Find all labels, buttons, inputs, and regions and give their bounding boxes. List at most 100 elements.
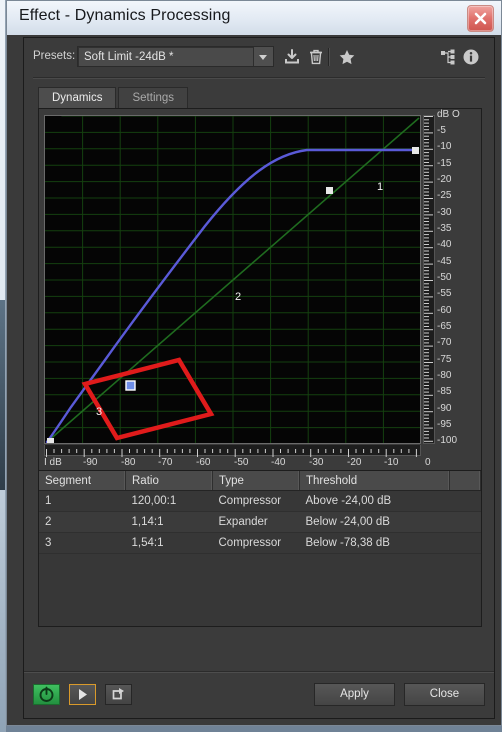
cell-type: Compressor xyxy=(212,490,300,512)
x-tick--30: -30 xyxy=(309,457,324,468)
tab-dynamics[interactable]: Dynamics xyxy=(38,87,117,108)
vertical-ticks xyxy=(424,116,433,442)
y-tick-80: -80 xyxy=(437,370,452,381)
x-tick--90: -90 xyxy=(83,457,98,468)
cell-extra xyxy=(449,511,481,533)
signal-routing-icon xyxy=(441,49,455,65)
y-tick-25: -25 xyxy=(437,190,452,201)
y-tick-50: -50 xyxy=(437,272,452,283)
cell-extra xyxy=(449,532,481,554)
y-tick-15: -15 xyxy=(437,158,452,169)
cell-threshold: Above -24,00 dB xyxy=(299,490,450,512)
x-axis-title: I dB xyxy=(44,457,62,468)
y-tick-65: -65 xyxy=(437,321,452,332)
preview-play-button[interactable] xyxy=(69,684,96,705)
y-tick-5: -5 xyxy=(437,125,446,136)
preset-dropdown[interactable]: Soft Limit -24dB * xyxy=(77,46,274,67)
cell-ratio: 1,14:1 xyxy=(125,511,213,533)
table-row[interactable]: 3 1,54:1 Compressor Below -78,38 dB xyxy=(39,532,481,554)
presets-label: Presets: xyxy=(33,50,76,62)
x-tick-0: 0 xyxy=(425,457,431,468)
column-header-type[interactable]: Type xyxy=(212,471,300,491)
cell-type: Expander xyxy=(212,511,300,533)
x-tick--40: -40 xyxy=(271,457,286,468)
curve-handle-min xyxy=(47,438,54,443)
segment-label-1: 1 xyxy=(377,181,383,193)
curve-handle-knee xyxy=(326,187,333,194)
presets-row: Presets: Soft Limit -24dB * xyxy=(24,38,494,79)
x-tick--10: -10 xyxy=(384,457,399,468)
table-row[interactable]: 1 120,00:1 Compressor Above -24,00 dB xyxy=(39,490,481,512)
transfer-curve-plot[interactable]: 1 2 3 xyxy=(44,115,421,444)
y-tick-90: -90 xyxy=(437,403,452,414)
y-tick-100: -100 xyxy=(437,435,458,446)
y-tick-95: -95 xyxy=(437,419,452,430)
column-header-threshold[interactable]: Threshold xyxy=(299,471,450,491)
segments-table: Segment Ratio Type Threshold 1 120,00:1 … xyxy=(39,471,481,554)
title-bar[interactable]: Effect - Dynamics Processing xyxy=(7,1,501,35)
dialog-footer: Apply Close xyxy=(24,671,494,718)
x-tick--70: -70 xyxy=(158,457,173,468)
output-axis-ruler xyxy=(423,115,435,444)
tab-settings[interactable]: Settings xyxy=(118,87,189,108)
y-tick-30: -30 xyxy=(437,207,452,218)
y-tick-35: -35 xyxy=(437,223,452,234)
loop-button[interactable] xyxy=(105,684,132,705)
y-tick-20: -20 xyxy=(437,174,452,185)
segments-table-panel[interactable]: Segment Ratio Type Threshold 1 120,00:1 … xyxy=(38,470,482,627)
close-icon xyxy=(474,12,487,25)
cell-type: Compressor xyxy=(212,532,300,554)
y-tick-45: -45 xyxy=(437,256,452,267)
apply-button[interactable]: Apply xyxy=(314,683,395,706)
window-title: Effect - Dynamics Processing xyxy=(19,7,231,24)
y-tick-70: -70 xyxy=(437,337,452,348)
x-tick--80: -80 xyxy=(121,457,136,468)
cell-threshold: Below -78,38 dB xyxy=(299,532,450,554)
curve-handle-selected xyxy=(125,380,136,391)
input-axis-ruler xyxy=(44,445,421,457)
cell-segment: 2 xyxy=(39,511,126,533)
save-preset-button[interactable] xyxy=(282,47,302,67)
y-tick-85: -85 xyxy=(437,386,452,397)
segment-label-3: 3 xyxy=(96,406,102,418)
toolbar-separator xyxy=(33,77,485,79)
cell-extra xyxy=(449,490,481,512)
power-toggle-button[interactable] xyxy=(33,684,60,705)
preset-value: Soft Limit -24dB * xyxy=(84,51,174,63)
power-toggle-icon xyxy=(39,686,54,702)
horizontal-ticks xyxy=(46,449,417,457)
desktop-background-accent xyxy=(0,300,5,490)
y-tick-55: -55 xyxy=(437,288,452,299)
info-button[interactable] xyxy=(461,47,481,67)
screen: Effect - Dynamics Processing Presets: So… xyxy=(0,0,502,732)
y-tick-75: -75 xyxy=(437,354,452,365)
y-tick-40: -40 xyxy=(437,239,452,250)
toolbar-divider xyxy=(328,48,330,66)
save-preset-icon xyxy=(285,49,299,64)
x-tick--60: -60 xyxy=(196,457,211,468)
effect-panel: Presets: Soft Limit -24dB * Dynamics Set… xyxy=(23,37,495,719)
column-header-extra[interactable] xyxy=(449,471,481,491)
play-icon xyxy=(79,689,87,700)
cell-segment: 1 xyxy=(39,490,126,512)
favorite-preset-button[interactable] xyxy=(337,47,357,67)
column-header-segment[interactable]: Segment xyxy=(39,471,126,491)
x-tick--20: -20 xyxy=(347,457,362,468)
cell-segment: 3 xyxy=(39,532,126,554)
cell-threshold: Below -24,00 dB xyxy=(299,511,450,533)
close-window-button[interactable] xyxy=(467,5,494,32)
chevron-down-icon[interactable] xyxy=(253,47,273,66)
column-header-ratio[interactable]: Ratio xyxy=(125,471,213,491)
trash-icon xyxy=(310,49,322,65)
signal-routing-button[interactable] xyxy=(438,47,458,67)
table-header-row: Segment Ratio Type Threshold xyxy=(39,471,481,491)
dynamics-graph-panel: 1 2 3 dB O -5 -10 -15 -20 -25 -30 -35 -4… xyxy=(38,108,482,516)
tab-bar: Dynamics Settings xyxy=(38,87,190,109)
y-tick-60: -60 xyxy=(437,305,452,316)
close-button[interactable]: Close xyxy=(404,683,485,706)
table-row[interactable]: 2 1,14:1 Expander Below -24,00 dB xyxy=(39,511,481,533)
effect-window: Effect - Dynamics Processing Presets: So… xyxy=(6,0,502,726)
delete-preset-button[interactable] xyxy=(306,47,326,67)
star-icon xyxy=(339,50,355,65)
annotation-parallelogram xyxy=(81,357,215,441)
